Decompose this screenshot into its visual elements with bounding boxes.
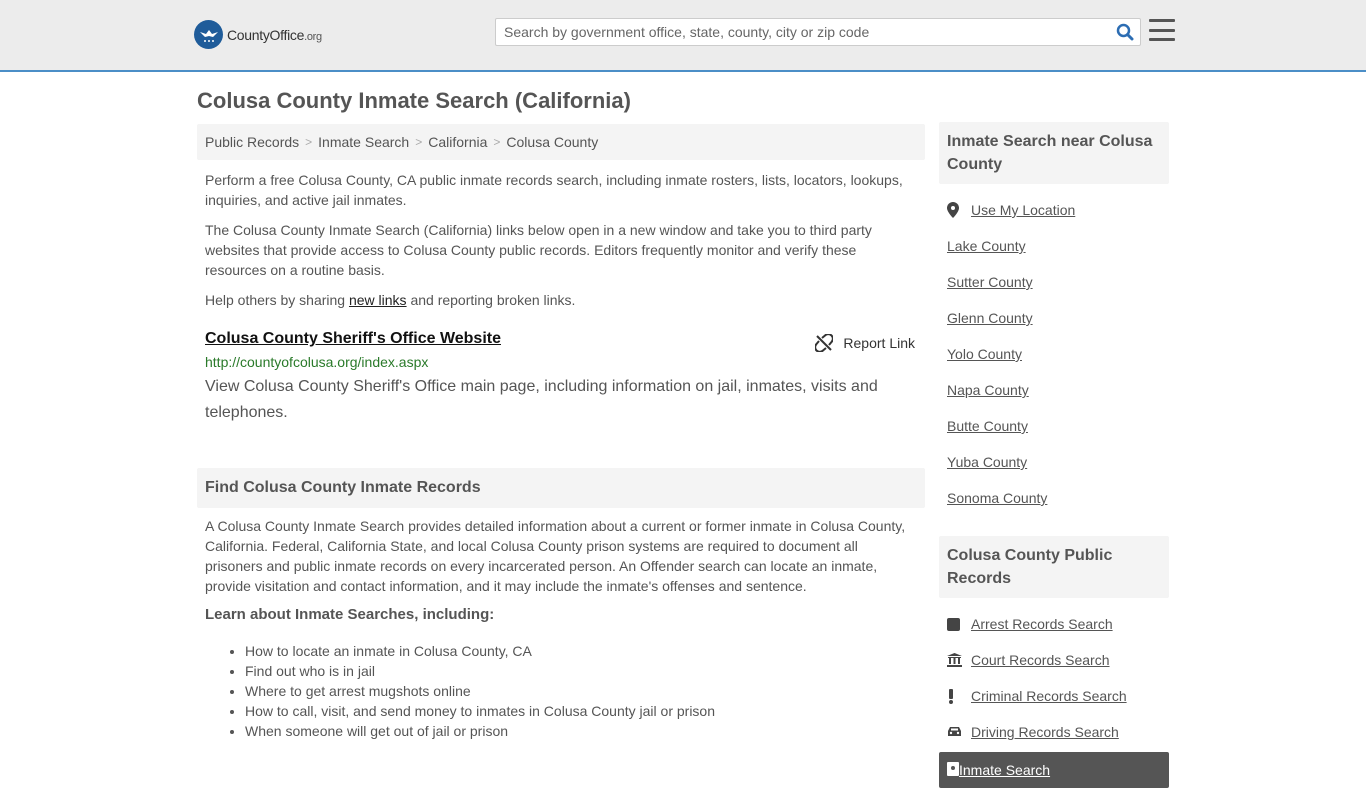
search-input[interactable] [496, 19, 1110, 45]
list-item: How to call, visit, and send money to in… [245, 701, 925, 721]
logo-eagle-icon [194, 20, 223, 49]
list-item: When someone will get out of jail or pri… [245, 721, 925, 741]
records-paragraph: A Colusa County Inmate Search provides d… [205, 518, 906, 594]
share-text-end: and reporting broken links. [406, 292, 576, 308]
learn-list: How to locate an inmate in Colusa County… [197, 641, 925, 741]
new-links-link[interactable]: new links [349, 292, 407, 308]
criminal-records-link[interactable]: Criminal Records Search [971, 688, 1127, 704]
breadcrumb-separator: > [493, 135, 501, 149]
nearby-list: Use My Location Lake County Sutter Count… [939, 184, 1169, 516]
nearby-link-yolo[interactable]: Yolo County [947, 346, 1022, 362]
nearby-item: Yolo County [947, 336, 1161, 372]
resource-link-description: View Colusa County Sheriff's Office main… [205, 378, 878, 421]
use-my-location-link[interactable]: Use My Location [971, 202, 1075, 218]
court-records-link[interactable]: Court Records Search [971, 652, 1110, 668]
intro-paragraph: Perform a free Colusa County, CA public … [205, 172, 903, 208]
nearby-link-yuba[interactable]: Yuba County [947, 454, 1027, 470]
nearby-item: Napa County [947, 372, 1161, 408]
report-link-button[interactable]: Report Link [815, 334, 915, 352]
square-icon [947, 617, 971, 631]
nearby-item: Butte County [947, 408, 1161, 444]
logo-text: CountyOffice.org [227, 26, 322, 43]
map-pin-icon [947, 202, 971, 218]
nearby-item: Glenn County [947, 300, 1161, 336]
nearby-item: Yuba County [947, 444, 1161, 480]
site-header: CountyOffice.org [0, 0, 1366, 72]
report-link-label: Report Link [843, 335, 915, 351]
breadcrumb: Public Records > Inmate Search > Califor… [197, 124, 925, 160]
driving-records-link[interactable]: Driving Records Search [971, 724, 1119, 740]
records-section-heading: Find Colusa County Inmate Records [197, 468, 925, 508]
resource-link-url: http://countyofcolusa.org/index.aspx [205, 354, 429, 370]
list-item: Find out who is in jail [245, 661, 925, 681]
breadcrumb-colusa-county[interactable]: Colusa County [506, 134, 598, 150]
list-item: Where to get arrest mugshots online [245, 681, 925, 701]
arrest-records-link[interactable]: Arrest Records Search [971, 616, 1113, 632]
public-records-heading: Colusa County Public Records [939, 536, 1169, 598]
nearby-link-lake[interactable]: Lake County [947, 238, 1026, 254]
disclaimer-paragraph: The Colusa County Inmate Search (Califor… [205, 222, 872, 278]
page-title: Colusa County Inmate Search (California) [197, 88, 631, 113]
public-records-list: Arrest Records Search Court Records Sear… [939, 598, 1169, 788]
nearby-heading: Inmate Search near Colusa County [939, 122, 1169, 184]
records-item: Criminal Records Search [947, 678, 1161, 714]
inmate-badge-icon [947, 761, 959, 779]
nearby-item: Sonoma County [947, 480, 1161, 516]
resource-link-card: Colusa County Sheriff's Office Website R… [197, 330, 925, 426]
nearby-link-butte[interactable]: Butte County [947, 418, 1028, 434]
inmate-search-active-item[interactable]: Inmate Search [939, 752, 1169, 788]
search-button[interactable] [1110, 19, 1140, 45]
nearby-item: Lake County [947, 228, 1161, 264]
exclamation-icon [947, 688, 971, 704]
courthouse-icon [947, 653, 971, 667]
breadcrumb-separator: > [415, 135, 423, 149]
learn-heading: Learn about Inmate Searches, including: [205, 606, 495, 623]
search-icon [1116, 23, 1134, 41]
main-content: Public Records > Inmate Search > Califor… [197, 124, 925, 741]
sidebar: Inmate Search near Colusa County Use My … [939, 122, 1169, 788]
nearby-link-sonoma[interactable]: Sonoma County [947, 490, 1047, 506]
list-item: How to locate an inmate in Colusa County… [245, 641, 925, 661]
use-my-location-item: Use My Location [947, 192, 1161, 228]
breadcrumb-separator: > [305, 135, 313, 149]
share-paragraph: Help others by sharing new links and rep… [197, 290, 925, 310]
car-icon [947, 726, 971, 738]
records-item: Arrest Records Search [947, 606, 1161, 642]
nearby-link-sutter[interactable]: Sutter County [947, 274, 1033, 290]
share-text: Help others by sharing [205, 292, 349, 308]
records-item: Driving Records Search [947, 714, 1161, 750]
breadcrumb-public-records[interactable]: Public Records [205, 134, 299, 150]
records-item: Court Records Search [947, 642, 1161, 678]
nearby-link-glenn[interactable]: Glenn County [947, 310, 1033, 326]
resource-link-title[interactable]: Colusa County Sheriff's Office Website [205, 330, 501, 348]
inmate-search-link[interactable]: Inmate Search [959, 762, 1050, 778]
broken-link-icon [815, 334, 834, 352]
nearby-link-napa[interactable]: Napa County [947, 382, 1029, 398]
hamburger-menu-icon[interactable] [1149, 18, 1175, 42]
site-logo[interactable]: CountyOffice.org [194, 20, 322, 49]
search-bar [495, 18, 1141, 46]
breadcrumb-california[interactable]: California [428, 134, 487, 150]
breadcrumb-inmate-search[interactable]: Inmate Search [318, 134, 409, 150]
nearby-item: Sutter County [947, 264, 1161, 300]
